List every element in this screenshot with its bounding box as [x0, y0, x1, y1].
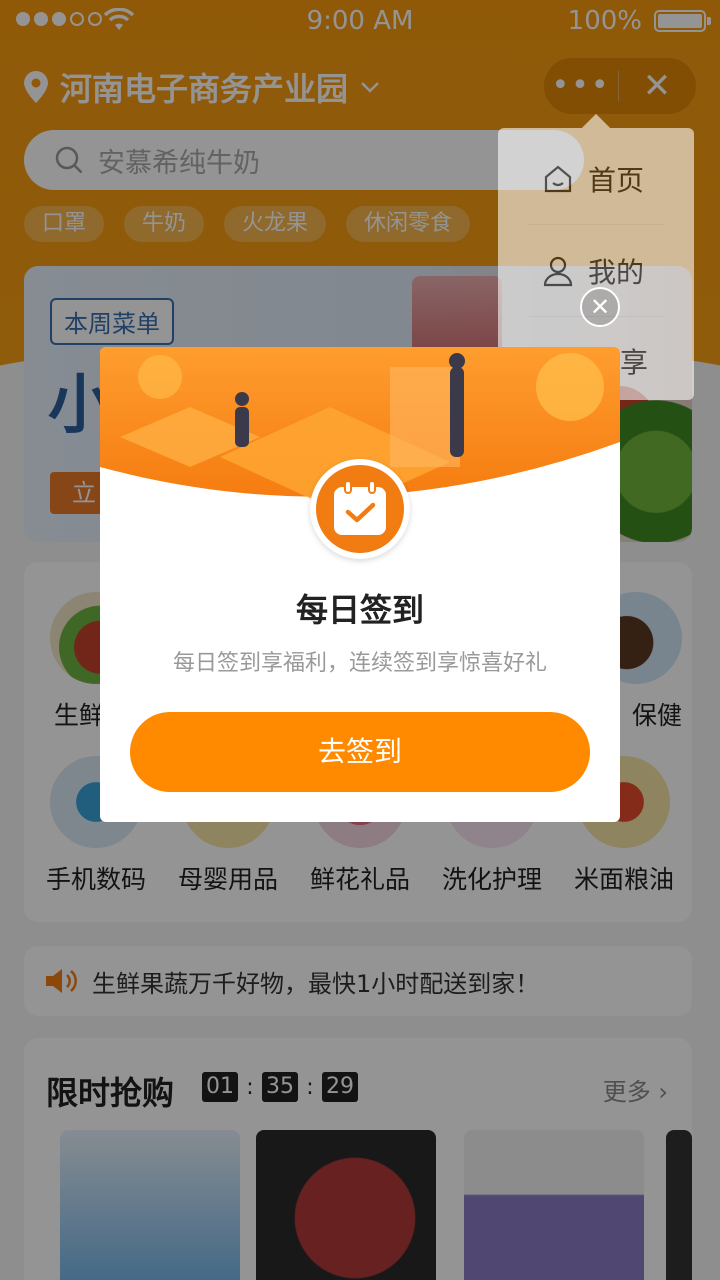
menu-item-label: 我的 — [588, 256, 645, 289]
menu-item-label: 首页 — [588, 164, 645, 197]
calendar-check-badge — [310, 459, 410, 559]
checkin-button[interactable]: 去签到 — [130, 712, 590, 792]
user-icon — [543, 256, 573, 287]
menu-item-home[interactable]: 首页 — [498, 134, 694, 224]
menu-item-label: 享 — [620, 346, 649, 379]
modal-close-button[interactable]: ✕ — [580, 287, 620, 327]
calendar-check-icon — [334, 480, 386, 535]
checkin-modal: 每日签到 每日签到享福利，连续签到享惊喜好礼 去签到 — [100, 347, 620, 822]
modal-title: 每日签到 — [295, 591, 424, 629]
menu-divider — [528, 224, 664, 225]
modal-subtitle: 每日签到享福利，连续签到享惊喜好礼 — [172, 651, 547, 676]
home-icon — [544, 165, 572, 193]
